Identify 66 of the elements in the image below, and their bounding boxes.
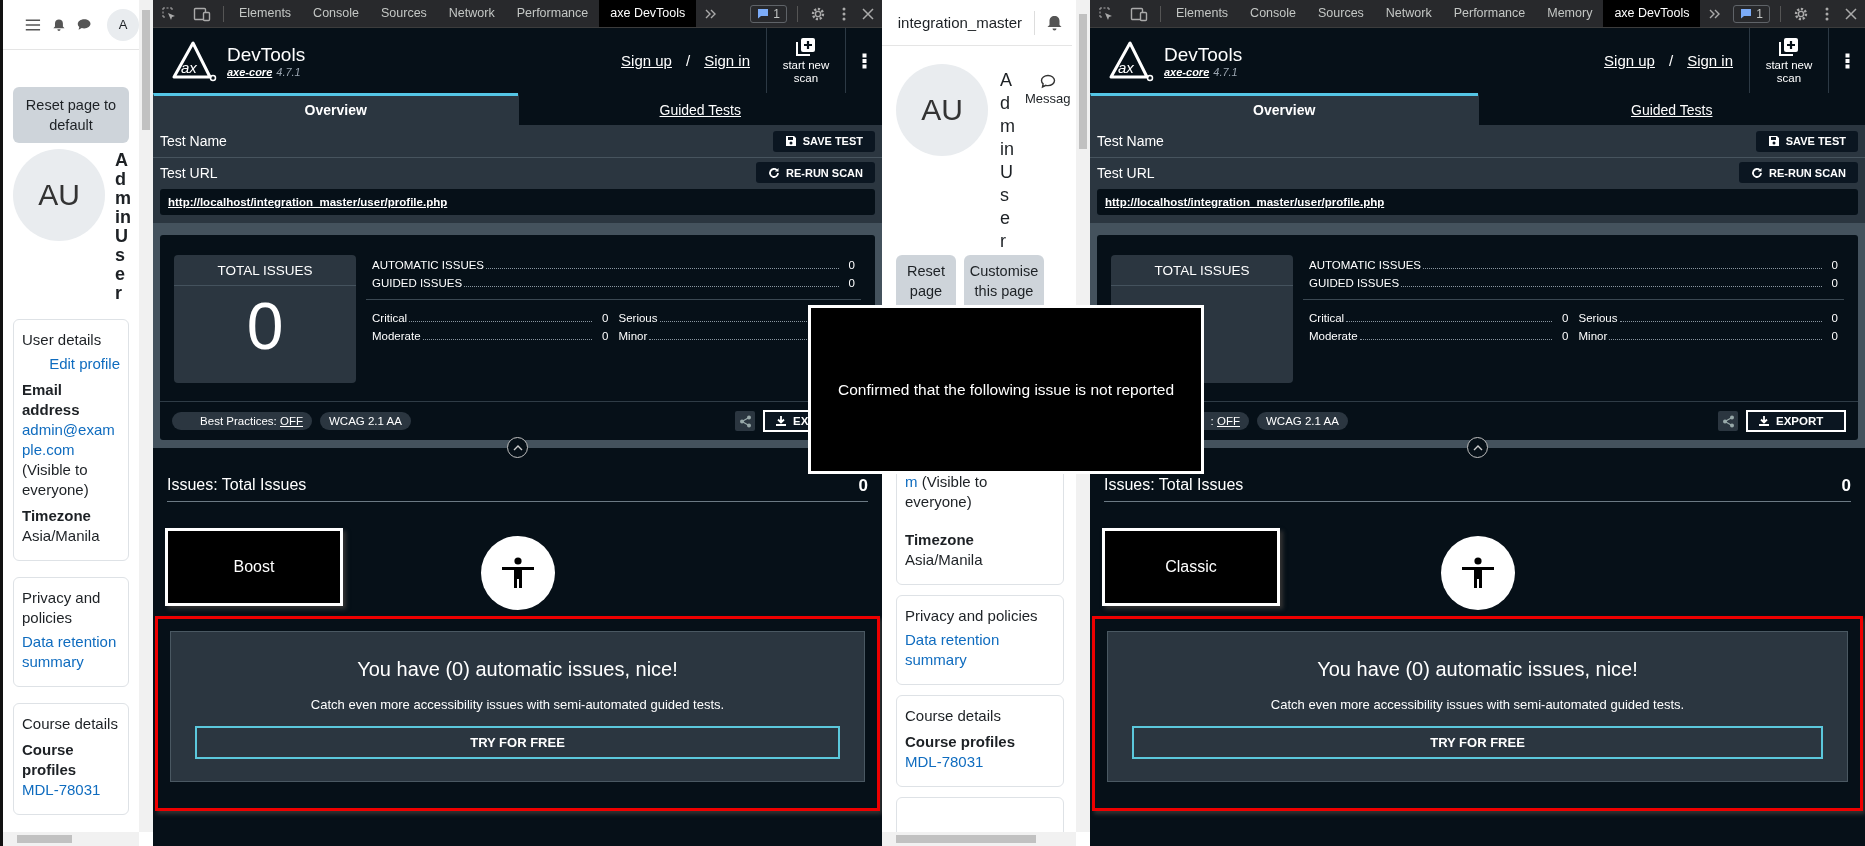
app-title: DevTools bbox=[227, 43, 306, 66]
separator: / bbox=[685, 52, 691, 69]
app-title: DevTools bbox=[1164, 43, 1243, 66]
field-label: Timezone bbox=[905, 530, 975, 550]
total-issues-label: TOTAL ISSUES bbox=[174, 255, 356, 286]
impact-label: Critical bbox=[1309, 312, 1345, 324]
impact-count: 0 bbox=[1831, 330, 1838, 342]
issue-type-label: GUIDED ISSUES bbox=[372, 277, 463, 289]
issue-type-label: GUIDED ISSUES bbox=[1309, 277, 1400, 289]
logo-text: ax bbox=[1118, 59, 1134, 76]
impact-label: Critical bbox=[372, 312, 408, 324]
user-name: AdminUser bbox=[1000, 69, 1015, 253]
impact-count: 0 bbox=[1562, 330, 1569, 342]
impact-label: Moderate bbox=[372, 330, 421, 342]
user-name: AdminUser bbox=[115, 151, 131, 303]
email-visibility-text: m (Visible to everyone) bbox=[905, 472, 989, 512]
impact-label: Minor bbox=[1578, 330, 1608, 342]
field-label: Email address bbox=[22, 380, 81, 420]
total-issues-count: 0 bbox=[246, 288, 284, 365]
logo-text: ax bbox=[181, 59, 197, 76]
issue-type-label: AUTOMATIC ISSUES bbox=[1309, 259, 1422, 271]
field-label: Timezone bbox=[22, 506, 92, 526]
issue-type-label: AUTOMATIC ISSUES bbox=[372, 259, 485, 271]
field-label: Course profiles bbox=[22, 740, 78, 780]
card-title: Course details bbox=[905, 706, 1002, 726]
issues-count: 0 bbox=[1841, 476, 1851, 496]
issue-count: 0 bbox=[848, 259, 855, 271]
promo-text: Catch even more accessibility issues with semi-automated guided tests. bbox=[310, 697, 725, 712]
impact-count: 0 bbox=[1831, 312, 1838, 324]
impact-count: 0 bbox=[602, 312, 609, 324]
field-value: Asia/Manila bbox=[905, 550, 984, 570]
field-value: Asia/Manila bbox=[22, 526, 101, 546]
card-title: User details bbox=[22, 330, 103, 350]
impact-label: Serious bbox=[618, 312, 658, 324]
user-avatar: AU bbox=[13, 149, 105, 241]
impact-label: Serious bbox=[1578, 312, 1618, 324]
user-avatar: AU bbox=[896, 64, 988, 156]
field-label: Test Name bbox=[1097, 133, 1164, 149]
impact-count: 0 bbox=[1562, 312, 1569, 324]
field-value: (Visible to everyone) bbox=[22, 460, 90, 500]
promo-heading: You have (0) automatic issues, nice! bbox=[357, 658, 678, 681]
issue-count: 0 bbox=[1831, 259, 1838, 271]
field-label: Test Name bbox=[160, 133, 227, 149]
version: 4.7.1 bbox=[276, 65, 301, 78]
section-heading: Issues: Total Issues bbox=[167, 476, 307, 495]
promo-heading: You have (0) automatic issues, nice! bbox=[1317, 658, 1638, 681]
dialog-message: Confirmed that the following issue is not reported bbox=[838, 380, 1174, 399]
impact-label: Minor bbox=[618, 330, 648, 342]
standard-tag: WCAG 2.1 AA bbox=[320, 412, 411, 430]
promo-text: Catch even more accessibility issues with semi-automated guided tests. bbox=[1270, 697, 1685, 712]
issue-count: 0 bbox=[1831, 277, 1838, 289]
field-label: Test URL bbox=[160, 164, 218, 181]
issues-count: 0 bbox=[858, 476, 868, 496]
issue-count: 0 bbox=[848, 277, 855, 289]
standard-tag: WCAG 2.1 AA bbox=[1257, 412, 1348, 430]
card-title: Course details bbox=[22, 714, 119, 734]
card-title: Privacy and policies bbox=[22, 588, 102, 628]
card-title: Privacy and policies bbox=[905, 606, 1039, 626]
impact-label: Moderate bbox=[1309, 330, 1358, 342]
impact-count: 0 bbox=[602, 330, 609, 342]
field-label: Course profiles bbox=[905, 732, 1017, 752]
separator: / bbox=[1668, 52, 1674, 69]
field-label: Test URL bbox=[1097, 164, 1155, 181]
version: 4.7.1 bbox=[1213, 65, 1238, 78]
section-heading: Issues: Total Issues bbox=[1104, 476, 1244, 495]
total-issues-label: TOTAL ISSUES bbox=[1111, 255, 1293, 286]
